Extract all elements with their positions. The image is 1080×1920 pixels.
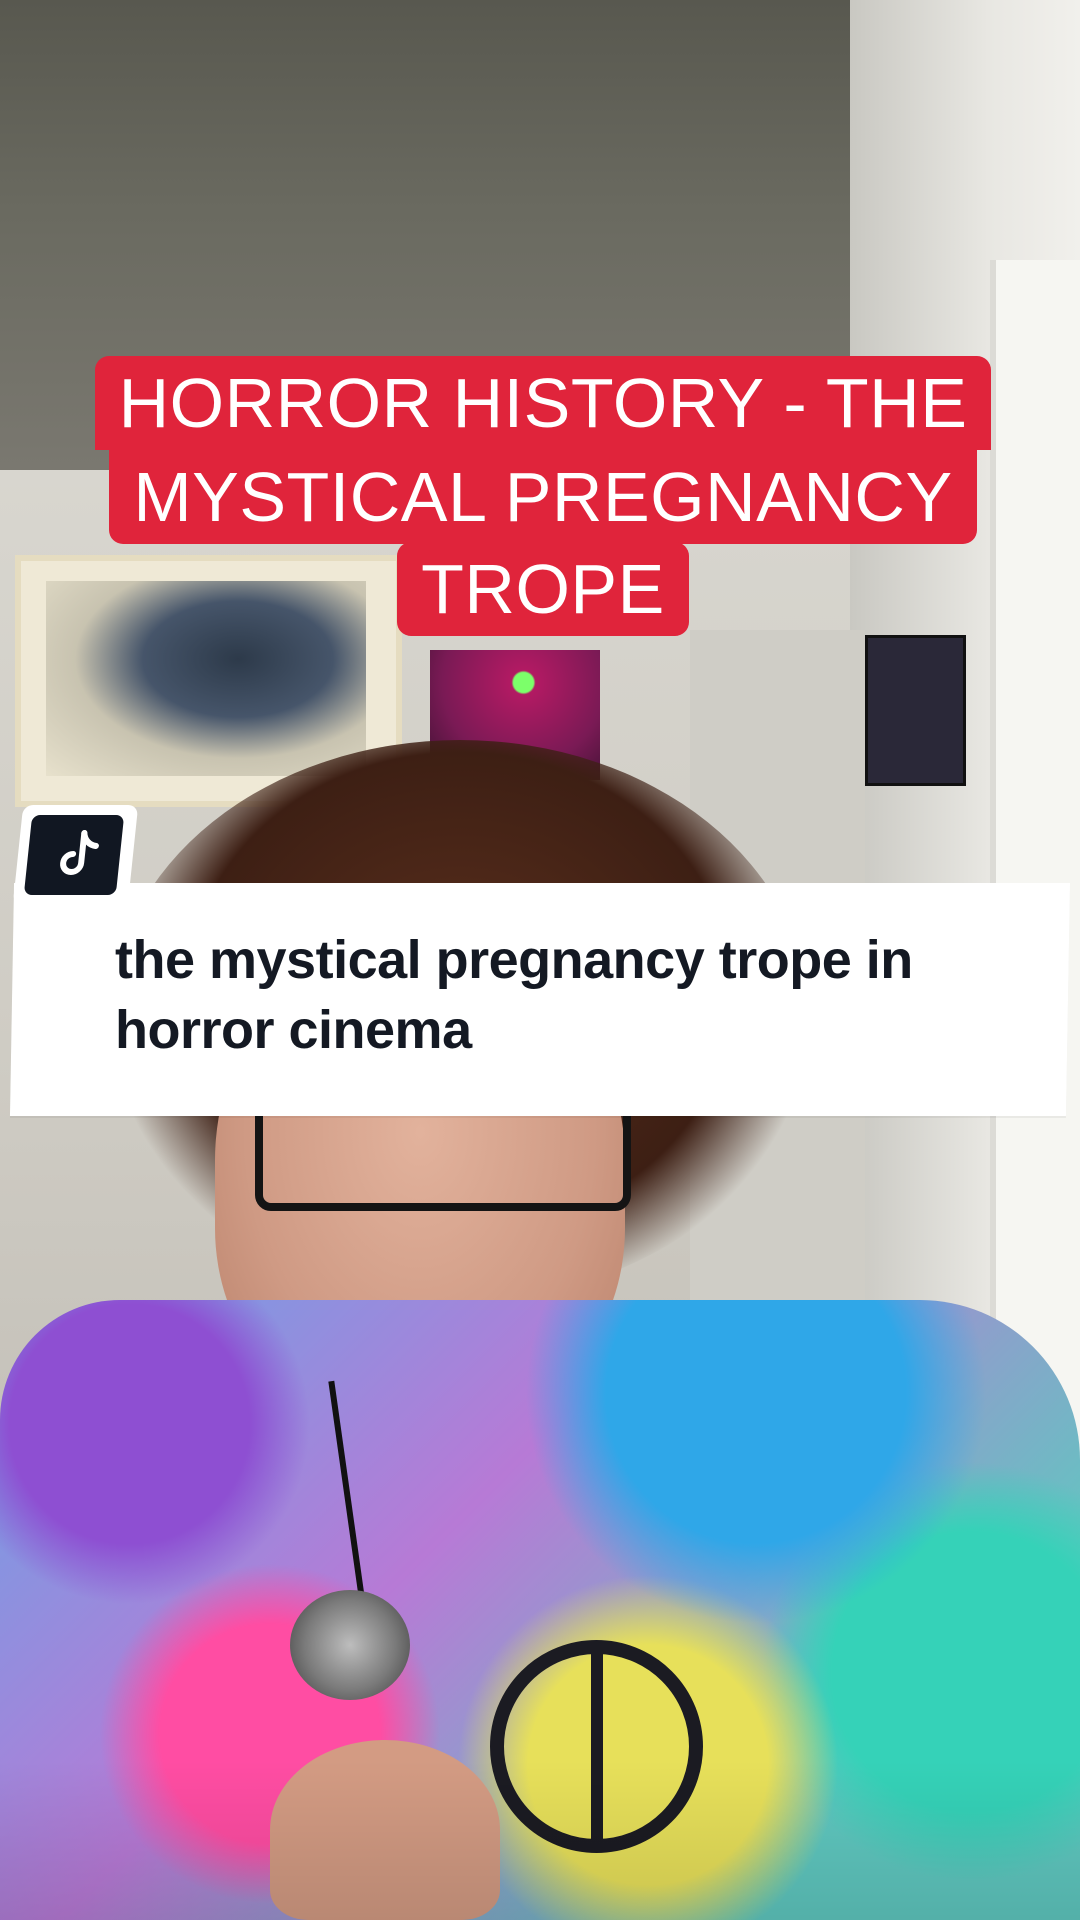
lavalier-microphone xyxy=(290,1590,410,1700)
title-overlay: HORROR HISTORY - THE MYSTICAL PREGNANCY … xyxy=(62,356,1024,636)
title-line-2: MYSTICAL PREGNANCY xyxy=(109,450,977,544)
title-line-3: TROPE xyxy=(397,542,689,636)
shadow-overlay xyxy=(0,1760,1080,1920)
tiktok-badge[interactable] xyxy=(12,805,139,905)
search-query[interactable]: the mystical pregnancy trope in horror c… xyxy=(115,925,1015,1065)
title-line-1: HORROR HISTORY - THE xyxy=(94,356,992,450)
glasses xyxy=(255,1100,631,1211)
wall-poster-right xyxy=(865,635,966,786)
tiktok-icon xyxy=(60,830,99,875)
